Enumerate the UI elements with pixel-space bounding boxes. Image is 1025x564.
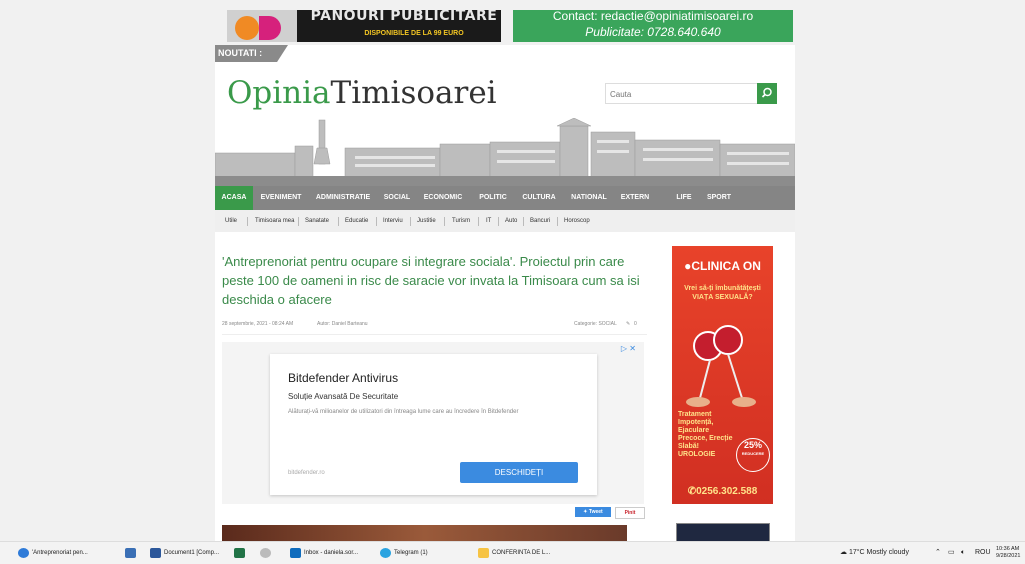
nav-administratie[interactable]: ADMINISTRATIE [307,186,379,210]
site-logo[interactable]: OpiniaTimisoarei [227,75,497,111]
contact-email-text: Contact: redactie@opiniatimisoarei.ro [552,9,754,23]
ad-domain: bitdefender.ro [288,470,325,476]
clinica-body-text: Tratament Impotență, Ejaculare Precoce, … [678,411,733,458]
taskbar-excel[interactable] [234,545,248,561]
folder-icon [478,548,489,558]
osd-logo [227,10,297,42]
nav-acasa[interactable]: ACASA [215,186,253,210]
windows-taskbar: 'Antreprenoriat pen... Document1 [Comp..… [0,541,1025,564]
comments-count: 0 [634,321,637,327]
tray-chevron-icon[interactable]: ⌃ [935,545,941,561]
clinica-on-ad[interactable]: ●CLINICA ON Vrei să-ți îmbunătățești VIA… [672,246,773,504]
clinica-specialty: UROLOGIE [678,451,716,458]
search-box [605,83,777,104]
cloud-icon: ☁ [840,549,849,556]
network-icon[interactable]: ▭ [948,545,955,561]
secondary-side-ad[interactable] [676,523,770,541]
clock[interactable]: 10:36 AM 9/28/2021 [996,546,1020,562]
bitdefender-ad-card[interactable]: Bitdefender Antivirus Soluție Avansată D… [270,354,597,495]
subnav-it[interactable]: IT [486,210,491,232]
article-date: 28 septembrie, 2021 - 08:24 AM [222,321,294,327]
inline-ad-container: ▷ ✕ Bitdefender Antivirus Soluție Avansa… [222,342,644,504]
search-button[interactable] [757,83,777,104]
publicitate-phone-text: Publicitate: 0728.640.640 [585,25,721,39]
ad-headline: Bitdefender Antivirus [288,371,399,385]
tweet-button[interactable]: ✦ Tweet [575,507,611,517]
subnav-timisoara-mea[interactable]: Timisoara mea [255,210,294,232]
city-skyline-illustration [215,118,795,186]
weather-widget[interactable]: ☁ 17°C Mostly cloudy [840,545,909,561]
nav-social[interactable]: SOCIAL [379,186,415,210]
main-navigation: ACASA EVENIMENT ADMINISTRATIE SOCIAL ECO… [215,186,795,210]
ad-subline: Soluție Avansată De Securitate [288,392,399,401]
clock-time: 10:36 AM [996,546,1020,552]
telegram-icon [380,548,391,558]
nav-extern[interactable]: EXTERN [615,186,655,210]
excel-icon [234,548,245,558]
lollipop-illustration [686,325,756,407]
comments-icon: ✎ [626,321,631,327]
search-icon [761,87,772,98]
clinica-tagline: Vrei să-ți îmbunătățești VIAȚA SEXUALĂ? [684,285,761,301]
taskbar-folder[interactable]: CONFERINTA DE L... [478,545,558,561]
subnav-interviu[interactable]: Interviu [383,210,403,232]
taskbar-telegram[interactable]: Telegram (1) [380,545,450,561]
tweet-label: Tweet [588,509,603,515]
panouri-ad-banner[interactable]: PANOURI PUBLICITARE DISPONIBILE DE LA 99… [227,10,501,42]
logo-timisoarei: Timisoarei [330,75,497,111]
taskbar-tools[interactable] [260,545,274,561]
taskbar-outlook[interactable]: Inbox - daniela.sor... [290,545,370,561]
chrome-icon [18,548,29,558]
article-title[interactable]: 'Antreprenoriat pentru ocupare si integr… [222,252,642,309]
discount-badge: 25% REDUCERE [736,438,770,472]
taskbar-app-icon[interactable] [125,545,141,561]
ad-description: Alăturați-vă milioanelor de utilizatori … [288,409,519,415]
nav-sport[interactable]: SPORT [701,186,737,210]
article-meta: 28 septembrie, 2021 - 08:24 AM Autor: Da… [222,318,647,335]
subnav-bancuri[interactable]: Bancuri [530,210,550,232]
contact-ad-banner[interactable]: Contact: redactie@opiniatimisoarei.ro Pu… [513,9,793,42]
search-input[interactable] [606,85,752,104]
app-icon [125,548,136,558]
nav-politic[interactable]: POLITIC [471,186,515,210]
subnav-justitie[interactable]: Justitie [417,210,436,232]
subnav-horoscop[interactable]: Horoscop [564,210,590,232]
article-image [222,525,627,541]
subnav-sanatate[interactable]: Sanatate [305,210,329,232]
language-indicator[interactable]: ROU [975,545,991,561]
nav-cultura[interactable]: CULTURA [515,186,563,210]
volume-icon[interactable]: 🔈︎ [961,545,965,561]
article-category: Categorie: SOCIAL [574,321,617,327]
panouri-ad-subtitle: DISPONIBILE DE LA 99 EURO [364,30,464,37]
nav-economic[interactable]: ECONOMIC [415,186,471,210]
tools-icon [260,548,271,558]
subnav-educatie[interactable]: Educatie [345,210,368,232]
ad-open-button[interactable]: DESCHIDEȚI [460,462,578,483]
taskbar-chrome[interactable]: 'Antreprenoriat pen... [18,545,118,561]
noutati-label: NOUTATI : [215,45,288,62]
subnav-turism[interactable]: Turism [452,210,470,232]
top-ads-bar: PANOURI PUBLICITARE DISPONIBILE DE LA 99… [215,0,795,45]
outlook-icon [290,548,301,558]
clinica-phone: ✆0256.302.588 [687,486,758,497]
website-page: PANOURI PUBLICITARE DISPONIBILE DE LA 99… [215,0,795,541]
subnav-utile[interactable]: Utile [225,210,237,232]
clock-date: 9/28/2021 [996,553,1021,559]
subnav-auto[interactable]: Auto [505,210,517,232]
taskbar-word[interactable]: Document1 [Comp... [150,545,226,561]
phone-icon: ✆ [687,486,697,497]
nav-national[interactable]: NATIONAL [563,186,615,210]
pinit-button[interactable]: Pinit [615,507,645,519]
panouri-ad-title: PANOURI PUBLICITARE [310,10,498,24]
word-icon [150,548,161,558]
logo-opinia: Opinia [227,75,331,111]
nav-eveniment[interactable]: EVENIMENT [255,186,307,210]
adchoices-icon[interactable]: ▷ ✕ [621,344,636,353]
secondary-navigation: Utile Timisoara mea Sanatate Educatie In… [215,210,795,232]
article-author: Autor: Daniel Barteanu [317,321,368,327]
clinica-brand: ●CLINICA ON [684,259,761,273]
